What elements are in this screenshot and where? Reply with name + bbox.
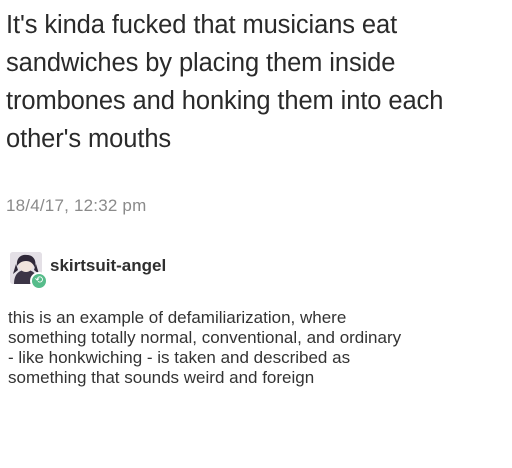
reblog-line: something that sounds weird and foreign	[8, 368, 315, 387]
post-line: It's kinda fucked that musicians eat	[6, 11, 398, 39]
reblog-icon: ⟲	[30, 272, 48, 290]
reblog-line: this is an example of defamiliarization,…	[8, 308, 347, 327]
reblog-username[interactable]: skirtsuit-angel	[50, 256, 166, 276]
post-line: other's mouths	[6, 125, 172, 153]
post-line: sandwiches by placing them inside	[6, 49, 396, 77]
post-line: trombones and honking them into each	[6, 87, 444, 115]
reblog-text: this is an example of defamiliarization,…	[8, 308, 508, 388]
post-screenshot: It's kinda fucked that musicians eat san…	[0, 0, 512, 468]
post-timestamp: 18/4/17, 12:32 pm	[6, 196, 147, 215]
reblog-line: - like honkwiching - is taken and descri…	[8, 348, 351, 367]
post-body: It's kinda fucked that musicians eat san…	[6, 6, 506, 158]
reblog-line: something totally normal, conventional, …	[8, 328, 402, 347]
